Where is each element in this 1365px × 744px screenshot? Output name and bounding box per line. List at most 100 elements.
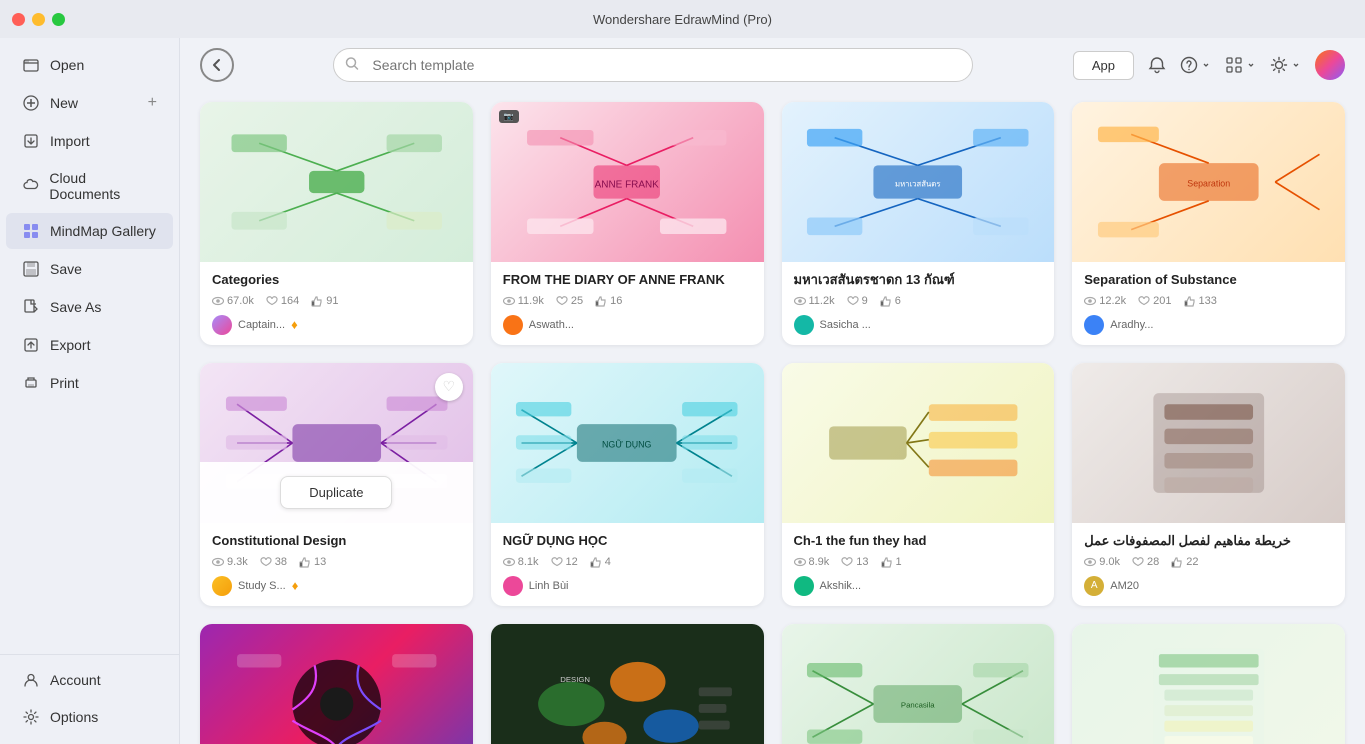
author-avatar: [794, 315, 814, 335]
card-author: Sasicha ...: [794, 315, 1043, 335]
card-author: Aswath...: [503, 315, 752, 335]
card-thumbs: 91: [311, 295, 338, 307]
sidebar-item-export-label: Export: [50, 337, 90, 353]
thumb-label: 📷: [499, 110, 519, 123]
search-input[interactable]: [333, 48, 973, 82]
list-item[interactable]: Categories 67.0k 164: [200, 102, 473, 345]
card-thumbs: 22: [1171, 556, 1198, 568]
card-views: 8.1k: [503, 556, 539, 568]
list-item[interactable]: NGÀY XƯA CÓ MỘT CON BÒ 10.8k 17: [200, 624, 473, 744]
card-stats: 9.3k 38 13: [212, 556, 461, 568]
sidebar-item-options[interactable]: Options: [6, 699, 173, 735]
maximize-button[interactable]: [52, 13, 65, 26]
sidebar-item-open[interactable]: Open: [6, 47, 173, 83]
card-views: 11.9k: [503, 295, 544, 307]
gallery-grid: Categories 67.0k 164: [200, 92, 1345, 744]
card-likes: 13: [841, 556, 868, 568]
card-thumbs: 133: [1184, 295, 1217, 307]
card-likes: 201: [1138, 295, 1171, 307]
saveas-icon: [22, 298, 40, 316]
card-views: 67.0k: [212, 295, 254, 307]
grid-button[interactable]: [1225, 56, 1256, 74]
gold-badge: ♦: [292, 578, 299, 593]
list-item[interactable]: มหาเวสสันตร มหาเวสสันตรชาดก 13 กั: [782, 102, 1055, 345]
sidebar-item-saveas[interactable]: Save As: [6, 289, 173, 325]
sidebar-item-import-label: Import: [50, 133, 90, 149]
sidebar-item-save[interactable]: Save: [6, 251, 173, 287]
card-thumbnail: NGỮ DỤNG: [491, 363, 764, 523]
theme-button[interactable]: [1270, 56, 1301, 74]
sidebar-item-gallery-label: MindMap Gallery: [50, 223, 156, 239]
gallery-icon: [22, 222, 40, 240]
card-title: FROM THE DIARY OF ANNE FRANK: [503, 272, 752, 289]
app-button[interactable]: App: [1073, 51, 1134, 80]
card-likes: 38: [260, 556, 287, 568]
card-thumbs: 6: [880, 295, 901, 307]
sidebar: Open New + Import Cloud Documents: [0, 38, 180, 744]
card-likes: 9: [847, 295, 868, 307]
minimize-button[interactable]: [32, 13, 45, 26]
card-thumbnail: ♡ Duplicate: [200, 363, 473, 523]
save-icon: [22, 260, 40, 278]
card-thumbs: 4: [590, 556, 611, 568]
list-item[interactable]: ♡ Duplicate Constitutional Design 9.3k: [200, 363, 473, 606]
notification-button[interactable]: [1148, 56, 1166, 74]
svg-text:Pancasila: Pancasila: [901, 700, 935, 709]
author-avatar: [503, 576, 523, 596]
card-stats: 8.9k 13 1: [794, 556, 1043, 568]
author-avatar: [794, 576, 814, 596]
card-author: Aradhy...: [1084, 315, 1333, 335]
new-plus-icon: +: [148, 94, 157, 112]
card-likes: 164: [266, 295, 299, 307]
card-thumbs: 16: [595, 295, 622, 307]
author-avatar: A: [1084, 576, 1104, 596]
duplicate-button[interactable]: Duplicate: [280, 476, 392, 509]
help-button[interactable]: [1180, 56, 1211, 74]
sidebar-item-open-label: Open: [50, 57, 84, 73]
card-title: Categories: [212, 272, 461, 289]
card-thumbs: 13: [299, 556, 326, 568]
list-item[interactable]: خريطة مفاهيم لفصل المصفوفات عمل 9.0k 28: [1072, 363, 1345, 606]
back-button[interactable]: [200, 48, 234, 82]
card-likes: 12: [551, 556, 578, 568]
sidebar-item-account[interactable]: Account: [6, 662, 173, 698]
author-avatar: [212, 315, 232, 335]
search-bar: [333, 48, 973, 82]
card-stats: 11.2k 9 6: [794, 295, 1043, 307]
list-item[interactable]: NGỮ DỤNG: [491, 363, 764, 606]
card-likes: 28: [1132, 556, 1159, 568]
card-views: 8.9k: [794, 556, 830, 568]
card-thumbnail: [200, 624, 473, 744]
list-item[interactable]: Separation Separation of Substance: [1072, 102, 1345, 345]
sidebar-item-export[interactable]: Export: [6, 327, 173, 363]
app-title: Wondershare EdrawMind (Pro): [593, 12, 772, 27]
author-avatar: [212, 576, 232, 596]
card-views: 9.0k: [1084, 556, 1120, 568]
sidebar-item-print[interactable]: Print: [6, 365, 173, 401]
card-likes: 25: [556, 295, 583, 307]
sidebar-item-new[interactable]: New +: [6, 85, 173, 121]
sidebar-item-gallery[interactable]: MindMap Gallery: [6, 213, 173, 249]
gallery-container[interactable]: Categories 67.0k 164: [180, 92, 1365, 744]
options-icon: [22, 708, 40, 726]
card-stats: 9.0k 28 22: [1084, 556, 1333, 568]
user-avatar[interactable]: [1315, 50, 1345, 80]
list-item[interactable]: Advantages of Electronic Distance Measur…: [1072, 624, 1345, 744]
list-item[interactable]: Pancasila Perumusan dan Penetapan: [782, 624, 1055, 744]
heart-button[interactable]: ♡: [435, 373, 463, 401]
sidebar-item-import[interactable]: Import: [6, 123, 173, 159]
svg-text:NGỮ DỤNG: NGỮ DỤNG: [602, 439, 652, 449]
card-views: 12.2k: [1084, 295, 1126, 307]
list-item[interactable]: ANNE FRANK 📷 FROM TH: [491, 102, 764, 345]
card-thumbnail: Separation: [1072, 102, 1345, 262]
card-author: Study S... ♦: [212, 576, 461, 596]
sidebar-item-cloud[interactable]: Cloud Documents: [6, 161, 173, 211]
sidebar-item-cloud-label: Cloud Documents: [49, 170, 157, 202]
content-area: App: [180, 38, 1365, 744]
card-title: خريطة مفاهيم لفصل المصفوفات عمل: [1084, 533, 1333, 550]
close-button[interactable]: [12, 13, 25, 26]
list-item[interactable]: DESIGN: [491, 624, 764, 744]
card-views: 9.3k: [212, 556, 248, 568]
card-thumbnail: DESIGN: [491, 624, 764, 744]
list-item[interactable]: Ch-1 the fun they had 8.9k 13: [782, 363, 1055, 606]
